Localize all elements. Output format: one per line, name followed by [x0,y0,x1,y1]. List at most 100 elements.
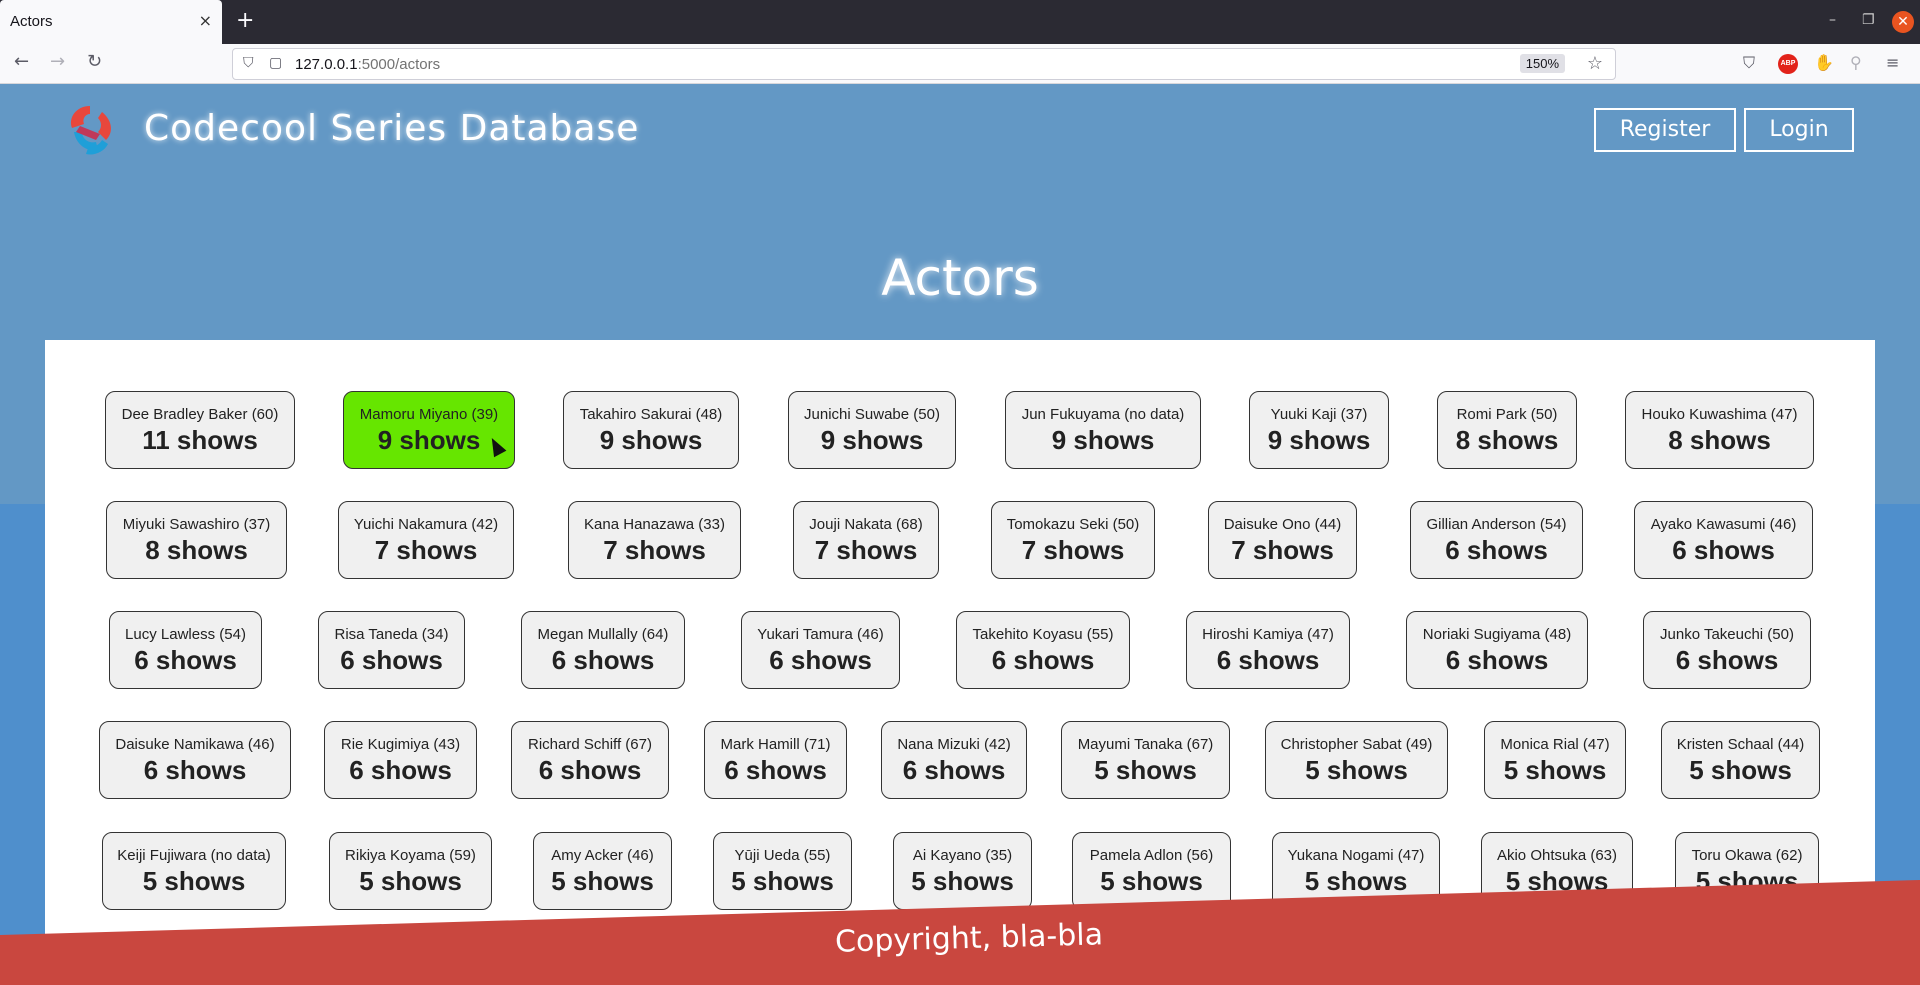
register-button[interactable]: Register [1594,108,1736,152]
extension-icon[interactable]: ✋ [1814,53,1834,72]
actor-name: Nana Mizuki (42) [897,736,1011,753]
adblock-icon[interactable]: ABP [1778,54,1798,74]
actor-card[interactable]: Junichi Suwabe (50) 9 shows [788,391,956,469]
url-text[interactable]: 127.0.0.1:5000/actors [295,56,440,73]
actor-show-count: 6 shows [1216,645,1320,675]
actor-show-count: 5 shows [1689,755,1792,785]
actor-card[interactable]: Junko Takeuchi (50) 6 shows [1643,611,1811,689]
actor-card[interactable]: Takehito Koyasu (55) 6 shows [956,611,1130,689]
actor-card[interactable]: Jun Fukuyama (no data) 9 shows [1005,391,1201,469]
actor-card[interactable]: Yuichi Nakamura (42) 7 shows [338,501,514,579]
menu-icon[interactable]: ≡ [1886,53,1899,72]
page-title: Actors [881,249,1039,307]
actor-card[interactable]: Takahiro Sakurai (48) 9 shows [563,391,739,469]
actor-card[interactable]: Keiji Fujiwara (no data) 5 shows [102,832,286,910]
actor-card[interactable]: Romi Park (50) 8 shows [1437,391,1577,469]
actor-card[interactable]: Kristen Schaal (44) 5 shows [1661,721,1820,799]
actor-name: Gillian Anderson (54) [1426,516,1567,533]
actor-card[interactable]: Nana Mizuki (42) 6 shows [881,721,1027,799]
actor-show-count: 6 shows [143,755,247,785]
actor-name: Richard Schiff (67) [528,736,652,753]
page-info-icon[interactable]: ▢ [269,55,282,71]
restore-icon[interactable]: ❐ [1862,12,1875,28]
actor-card[interactable]: Hiroshi Kamiya (47) 6 shows [1186,611,1350,689]
actor-card[interactable]: Ayako Kawasumi (46) 6 shows [1634,501,1813,579]
browser-tab-bar: Actors × + – ❐ ✕ [0,0,1920,44]
minimize-icon[interactable]: – [1829,12,1836,28]
actor-card[interactable]: Risa Taneda (34) 6 shows [318,611,465,689]
actor-show-count: 8 shows [145,535,248,565]
window-close-icon[interactable]: ✕ [1892,11,1914,33]
actor-name: Rie Kugimiya (43) [340,736,461,753]
actor-name: Dee Bradley Baker (60) [121,406,279,423]
actor-name: Amy Acker (46) [551,847,654,864]
actor-name: Yukana Nogami (47) [1287,847,1425,864]
actor-card[interactable]: Noriaki Sugiyama (48) 6 shows [1406,611,1588,689]
actor-show-count: 6 shows [1445,645,1549,675]
actor-name: Noriaki Sugiyama (48) [1422,626,1572,643]
actor-card[interactable]: Megan Mullally (64) 6 shows [521,611,685,689]
actor-name: Kristen Schaal (44) [1676,736,1805,753]
actor-card[interactable]: Yuuki Kaji (37) 9 shows [1249,391,1389,469]
actor-show-count: 6 shows [340,645,443,675]
actor-name: Takahiro Sakurai (48) [579,406,723,423]
actor-card[interactable]: Daisuke Namikawa (46) 6 shows [99,721,291,799]
actor-card[interactable]: Mayumi Tanaka (67) 5 shows [1061,721,1230,799]
actor-show-count: 8 shows [1668,425,1771,455]
actor-name: Toru Okawa (62) [1691,847,1803,864]
login-button[interactable]: Login [1744,108,1854,152]
back-icon[interactable]: ← [14,51,29,72]
bookmark-star-icon[interactable]: ☆ [1587,53,1603,74]
actor-name: Jun Fukuyama (no data) [1021,406,1185,423]
actor-card[interactable]: Mark Hamill (71) 6 shows [704,721,847,799]
actor-card[interactable]: Daisuke Ono (44) 7 shows [1208,501,1357,579]
actor-card[interactable]: Miyuki Sawashiro (37) 8 shows [106,501,287,579]
actor-card[interactable]: Houko Kuwashima (47) 8 shows [1625,391,1814,469]
actor-card[interactable]: Jouji Nakata (68) 7 shows [793,501,939,579]
actor-name: Daisuke Ono (44) [1223,516,1342,533]
actor-card[interactable]: Lucy Lawless (54) 6 shows [109,611,262,689]
actor-show-count: 6 shows [349,755,452,785]
new-tab-button[interactable]: + [236,8,254,33]
zoom-level[interactable]: 150% [1519,54,1565,73]
actor-card[interactable]: Gillian Anderson (54) 6 shows [1410,501,1583,579]
actor-show-count: 6 shows [1445,535,1548,565]
actor-card[interactable]: Tomokazu Seki (50) 7 shows [991,501,1155,579]
actor-card[interactable]: Yukari Tamura (46) 6 shows [741,611,900,689]
actor-name: Hiroshi Kamiya (47) [1202,626,1334,643]
actor-name: Megan Mullally (64) [537,626,669,643]
actor-card[interactable]: Kana Hanazawa (33) 7 shows [568,501,741,579]
actor-card[interactable]: Pamela Adlon (56) 5 shows [1072,832,1231,910]
actor-show-count: 5 shows [731,866,834,896]
actor-name: Kana Hanazawa (33) [584,516,725,533]
site-title[interactable]: Codecool Series Database [144,108,639,149]
actor-card[interactable]: Dee Bradley Baker (60) 11 shows [105,391,295,469]
actor-show-count: 5 shows [1094,755,1197,785]
shield-icon[interactable]: ⛉ [243,55,254,71]
actor-card[interactable]: Richard Schiff (67) 6 shows [511,721,669,799]
actor-name: Junko Takeuchi (50) [1660,626,1794,643]
close-tab-icon[interactable]: × [199,11,212,30]
actor-show-count: 6 shows [538,755,642,785]
actor-card[interactable]: Mamoru Miyano (39) 9 shows [343,391,515,469]
pocket-icon[interactable]: ⛉ [1743,53,1755,73]
actor-card[interactable]: Amy Acker (46) 5 shows [533,832,672,910]
actor-name: Akio Ohtsuka (63) [1496,847,1618,864]
actor-card[interactable]: Christopher Sabat (49) 5 shows [1265,721,1448,799]
actor-card[interactable]: Rie Kugimiya (43) 6 shows [324,721,477,799]
actor-name: Yuuki Kaji (37) [1270,406,1368,423]
actor-card[interactable]: Yūji Ueda (55) 5 shows [713,832,852,910]
actor-name: Mark Hamill (71) [720,736,831,753]
reload-icon[interactable]: ↻ [87,51,102,72]
actor-name: Christopher Sabat (49) [1280,736,1433,753]
forward-icon[interactable]: → [50,51,65,72]
translate-icon[interactable]: ⚲ [1850,53,1862,72]
actor-card[interactable]: Ai Kayano (35) 5 shows [893,832,1032,910]
actor-name: Takehito Koyasu (55) [972,626,1114,643]
codecool-logo-icon[interactable] [62,102,118,158]
browser-tab[interactable]: Actors × [0,0,222,44]
actor-show-count: 5 shows [551,866,654,896]
url-bar[interactable]: ⛉ ▢ 127.0.0.1:5000/actors 150% ☆ [232,48,1616,80]
actor-card[interactable]: Monica Rial (47) 5 shows [1484,721,1626,799]
actor-card[interactable]: Rikiya Koyama (59) 5 shows [329,832,492,910]
